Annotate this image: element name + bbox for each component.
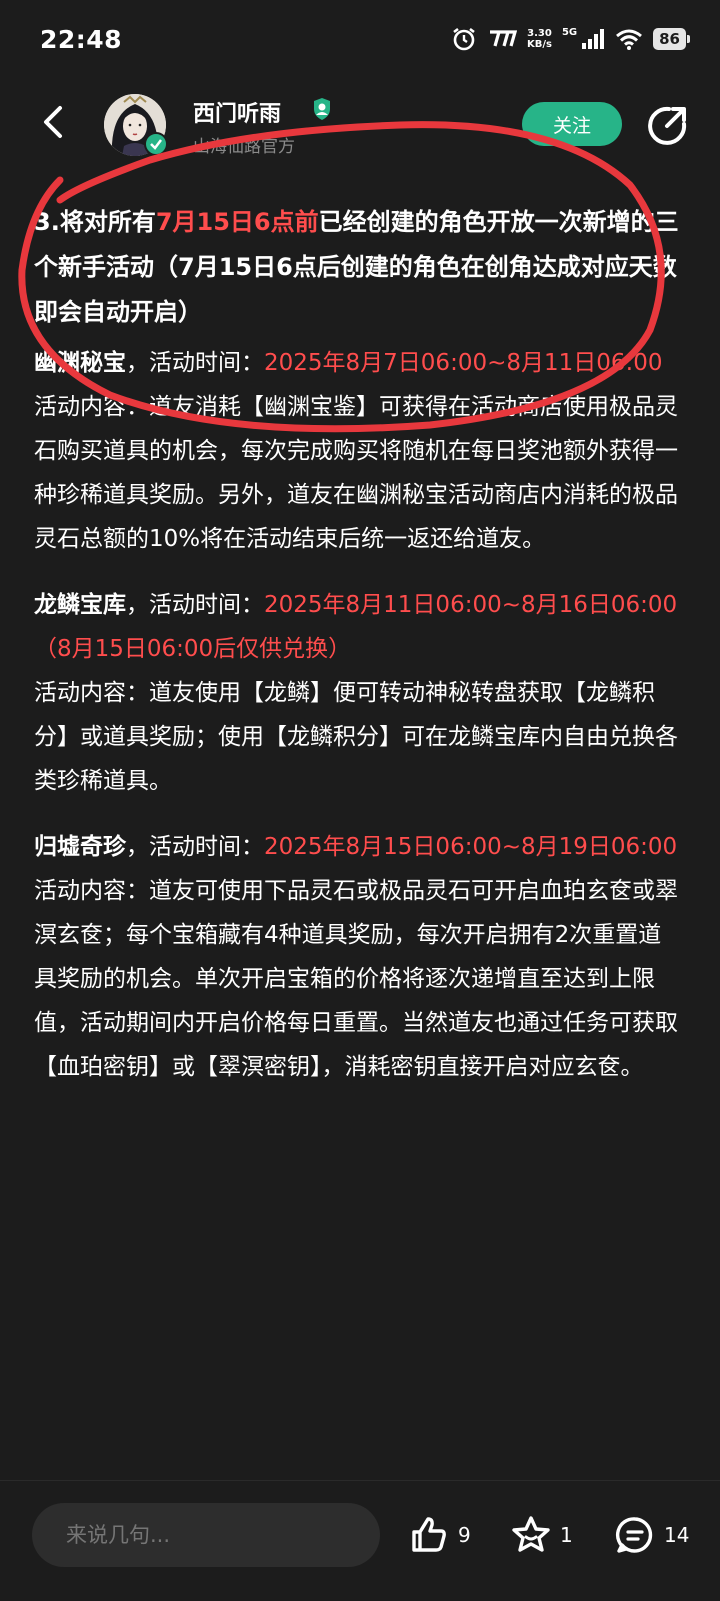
activity-time: 2025年8月7日06:00~8月11日06:00	[264, 350, 663, 376]
intro-paragraph: 3.将对所有7月15日6点前已经创建的角色开放一次新增的三个新手活动（7月15日…	[34, 200, 684, 335]
activity-time-label: ，活动时间：	[126, 834, 264, 860]
comment-input[interactable]	[32, 1503, 380, 1567]
comment-button[interactable]: 14	[614, 1511, 689, 1559]
activity-content: 活动内容：道友使用【龙鳞】便可转动神秘转盘获取【龙鳞积分】或道具奖励；使用【龙鳞…	[34, 680, 678, 794]
status-time: 22:48	[40, 24, 123, 54]
activity-content: 活动内容：道友可使用下品灵石或极品灵石可开启血珀玄奁或翠溟玄奁；每个宝箱藏有4种…	[34, 878, 678, 1080]
like-button[interactable]: 9	[408, 1511, 471, 1559]
official-author-icon	[314, 98, 330, 120]
activity-content: 活动内容：道友消耗【幽渊宝鉴】可获得在活动商店使用极品灵石购买道具的机会，每次完…	[34, 394, 678, 552]
activity-section: 归墟奇珍，活动时间：2025年8月15日06:00~8月19日06:00 活动内…	[34, 825, 684, 1089]
activity-time-label: ，活动时间：	[126, 592, 264, 618]
intro-prefix: 3.将对所有	[34, 208, 156, 236]
share-icon[interactable]	[645, 104, 689, 148]
activity-name: 归墟奇珍	[34, 834, 126, 860]
signal-icon	[582, 29, 605, 49]
wifi-icon	[616, 29, 643, 50]
bottom-action-bar: 9 1 14	[0, 1480, 720, 1601]
like-count: 9	[458, 1523, 471, 1547]
verified-badge-icon	[144, 132, 168, 156]
network-speed-value: 3.30	[527, 28, 552, 39]
status-icons: 3.30 KB/s 5G 86	[451, 26, 690, 52]
status-bar: 22:48 3.30 KB/s 5G 86	[0, 0, 720, 78]
network-speed: 3.30 KB/s	[527, 28, 552, 50]
comment-icon	[616, 1517, 653, 1553]
activity-name: 龙鳞宝库	[34, 592, 126, 618]
comment-count: 14	[664, 1523, 690, 1547]
activity-section: 龙鳞宝库，活动时间：2025年8月11日06:00~8月16日06:00（8月1…	[34, 583, 684, 803]
alarm-icon	[453, 27, 475, 51]
activity-time: 2025年8月15日06:00~8月19日06:00	[264, 834, 678, 860]
network-speed-unit: KB/s	[526, 39, 552, 50]
author-name[interactable]: 西门听雨	[193, 96, 281, 128]
star-icon	[512, 1516, 550, 1552]
post-header: 西门听雨 山海仙路官方 关注	[0, 88, 720, 168]
activity-heading: 幽渊秘宝，活动时间：2025年8月7日06:00~8月11日06:00	[34, 341, 684, 385]
follow-button[interactable]: 关注	[522, 102, 622, 146]
activity-heading: 龙鳞宝库，活动时间：2025年8月11日06:00~8月16日06:00（8月1…	[34, 583, 684, 671]
post-content: 3.将对所有7月15日6点前已经创建的角色开放一次新增的三个新手活动（7月15日…	[34, 200, 684, 1089]
favorite-button[interactable]: 1	[510, 1511, 573, 1559]
activity-heading: 归墟奇珍，活动时间：2025年8月15日06:00~8月19日06:00	[34, 825, 684, 869]
activity-time-label: ，活动时间：	[126, 350, 264, 376]
intro-highlight: 7月15日6点前	[155, 208, 319, 236]
favorite-count: 1	[560, 1523, 573, 1547]
author-subtitle: 山海仙路官方	[193, 137, 295, 157]
battery-indicator: 86	[653, 28, 690, 50]
back-icon[interactable]	[34, 102, 74, 142]
network-type: 5G	[561, 26, 578, 38]
thumbs-up-icon	[412, 1517, 446, 1552]
activity-section: 幽渊秘宝，活动时间：2025年8月7日06:00~8月11日06:00 活动内容…	[34, 341, 684, 561]
app-notification-icon	[489, 30, 517, 47]
activity-name: 幽渊秘宝	[34, 350, 126, 376]
